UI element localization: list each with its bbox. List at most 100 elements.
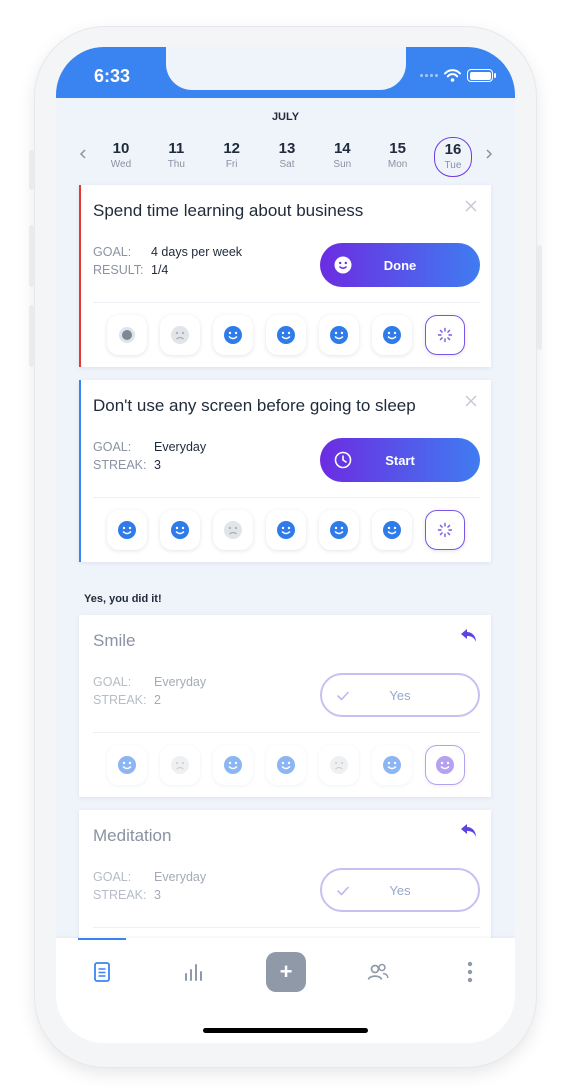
sad-face-icon <box>330 756 348 774</box>
day-name: Tue <box>444 160 462 171</box>
yes-button[interactable]: Yes <box>320 673 480 717</box>
happy-face-icon <box>330 521 348 539</box>
happy-face-icon <box>383 521 401 539</box>
tab-habits[interactable] <box>86 958 118 986</box>
day-number: 10 <box>112 140 130 157</box>
mood-day[interactable] <box>107 745 147 785</box>
happy-face-icon <box>224 326 242 344</box>
mood-day[interactable] <box>319 315 359 355</box>
day-number: 13 <box>278 140 296 157</box>
mood-day-today[interactable] <box>425 510 465 550</box>
happy-face-icon <box>383 756 401 774</box>
day-16-selected[interactable]: 16 Tue <box>433 137 472 177</box>
home-indicator <box>203 1028 368 1033</box>
mood-day[interactable] <box>319 510 359 550</box>
day-15[interactable]: 15 Mon <box>379 137 417 177</box>
goal-value: Everyday <box>154 440 207 454</box>
undo-icon[interactable] <box>459 822 479 840</box>
divider <box>93 497 480 498</box>
add-icon: + <box>279 959 293 984</box>
day-13[interactable]: 13 Sat <box>268 137 306 177</box>
mood-day[interactable] <box>372 510 412 550</box>
day-number: 11 <box>168 140 185 157</box>
streak-value: 3 <box>154 888 161 902</box>
week-mood-row <box>107 315 465 355</box>
week-mood-row <box>107 745 465 785</box>
mood-day[interactable] <box>213 745 253 785</box>
users-icon <box>367 963 389 980</box>
streak-value: 2 <box>154 693 161 707</box>
mood-day[interactable] <box>319 745 359 785</box>
wifi-icon <box>444 69 461 82</box>
mood-day[interactable] <box>160 745 200 785</box>
happy-face-icon <box>118 756 136 774</box>
done-button[interactable]: Done <box>320 243 480 287</box>
result-value: 1/4 <box>151 263 169 277</box>
document-icon <box>94 962 110 982</box>
divider <box>93 302 480 303</box>
habit-title: Meditation <box>93 826 172 845</box>
day-name: Mon <box>387 159 408 170</box>
loading-spinner-icon <box>437 522 453 538</box>
card-accent-bar <box>79 185 81 367</box>
more-vertical-icon <box>467 961 473 983</box>
completed-habit-card[interactable]: Smile GOAL: Everyday STREAK: 2 Yes <box>79 615 491 797</box>
close-icon[interactable] <box>465 200 477 212</box>
week-day-strip: 10 Wed 11 Thu 12 Fri 13 Sat 14 Sun 15 Mon 16 Tu… <box>102 137 472 177</box>
day-11[interactable]: 11 Thu <box>157 137 195 177</box>
week-mood-row <box>107 510 465 550</box>
mood-day[interactable] <box>107 315 147 355</box>
add-button[interactable]: + <box>266 952 306 992</box>
happy-face-icon <box>171 521 189 539</box>
yes-button-label: Yes <box>389 688 411 703</box>
mood-day-today[interactable] <box>425 315 465 355</box>
happy-face-icon <box>277 326 295 344</box>
yes-button[interactable]: Yes <box>320 868 480 912</box>
mood-day[interactable] <box>213 510 253 550</box>
mood-day[interactable] <box>372 745 412 785</box>
chevron-right-icon[interactable] <box>484 148 494 160</box>
habit-title: Spend time learning about business <box>93 201 364 220</box>
start-button[interactable]: Start <box>320 438 480 482</box>
mood-day[interactable] <box>266 745 306 785</box>
day-12[interactable]: 12 Fri <box>213 137 251 177</box>
card-accent-bar <box>79 380 81 562</box>
status-icons <box>420 69 496 82</box>
tab-statistics[interactable] <box>178 958 210 986</box>
happy-face-icon <box>436 756 454 774</box>
sad-face-icon <box>171 326 189 344</box>
tab-more[interactable] <box>454 958 486 986</box>
sad-face-icon <box>171 756 189 774</box>
mood-day-today[interactable] <box>425 745 465 785</box>
mood-day[interactable] <box>213 315 253 355</box>
goal-label: GOAL: <box>93 870 132 884</box>
volume-up-button <box>29 225 34 287</box>
happy-face-icon <box>277 521 295 539</box>
habit-title: Don't use any screen before going to sle… <box>93 396 416 415</box>
mood-day[interactable] <box>266 510 306 550</box>
close-icon[interactable] <box>465 395 477 407</box>
streak-label: STREAK: <box>93 693 147 707</box>
day-10[interactable]: 10 Wed <box>102 137 140 177</box>
mood-day[interactable] <box>160 510 200 550</box>
mood-day[interactable] <box>372 315 412 355</box>
power-button <box>537 245 542 350</box>
habit-card[interactable]: Spend time learning about business GOAL:… <box>79 185 491 367</box>
chevron-left-icon[interactable] <box>78 148 88 160</box>
mood-day[interactable] <box>266 315 306 355</box>
mood-day[interactable] <box>107 510 147 550</box>
day-number: 15 <box>389 140 406 157</box>
day-name: Sun <box>333 159 352 170</box>
done-button-label: Done <box>383 257 417 273</box>
mood-day[interactable] <box>160 315 200 355</box>
happy-face-icon <box>277 756 295 774</box>
sad-face-icon <box>224 521 242 539</box>
day-14[interactable]: 14 Sun <box>323 137 361 177</box>
goal-label: GOAL: <box>93 675 132 689</box>
goal-value: 4 days per week <box>151 245 243 259</box>
habit-card[interactable]: Don't use any screen before going to sle… <box>79 380 491 562</box>
habit-title: Smile <box>93 631 136 650</box>
undo-icon[interactable] <box>459 627 479 645</box>
tab-friends[interactable] <box>362 958 394 986</box>
active-tab-indicator <box>78 938 126 940</box>
